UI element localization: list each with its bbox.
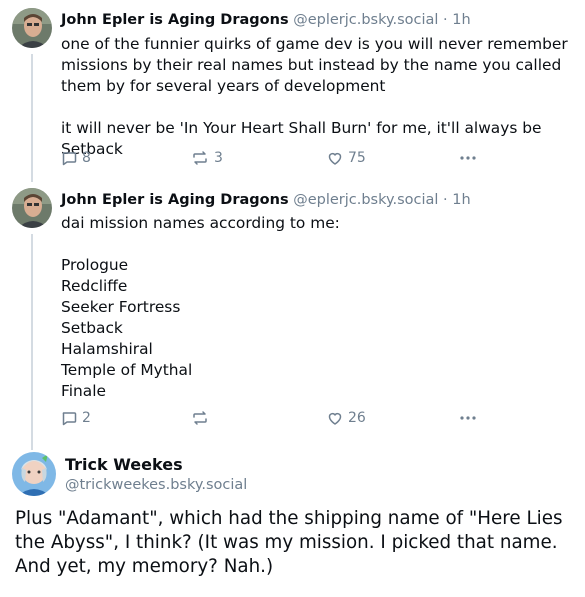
avatar[interactable] (12, 8, 52, 48)
like-count: 75 (348, 150, 366, 166)
post-header: John Epler is Aging Dragons @eplerjc.bsk… (61, 11, 471, 29)
like-icon (328, 152, 342, 165)
thread-line (31, 234, 33, 436)
reply-icon (62, 152, 77, 166)
thread-line (31, 436, 33, 450)
reply-icon (62, 412, 77, 426)
avatar[interactable] (12, 188, 52, 228)
author-handle[interactable]: @trickweekes.bsky.social (65, 477, 247, 493)
thread-line (31, 54, 33, 182)
post-2[interactable]: John Epler is Aging Dragons @eplerjc.bsk… (0, 182, 585, 436)
like-icon (328, 412, 342, 425)
repost-icon (193, 411, 207, 425)
author-handle[interactable]: @eplerjc.bsky.social (293, 192, 438, 208)
timestamp[interactable]: 1h (452, 12, 470, 28)
post-actions: 8 3 75 (61, 148, 481, 168)
repost-icon (193, 151, 207, 165)
reply-button[interactable]: 2 (61, 408, 91, 428)
more-button[interactable] (459, 148, 477, 172)
post-1[interactable]: John Epler is Aging Dragons @eplerjc.bsk… (0, 0, 585, 182)
reply-button[interactable]: 8 (61, 148, 91, 168)
more-icon (460, 416, 476, 420)
repost-button[interactable]: 3 (191, 148, 223, 168)
timestamp[interactable]: 1h (452, 192, 470, 208)
author-name[interactable]: John Epler is Aging Dragons (61, 192, 289, 208)
repost-count: 3 (214, 150, 223, 166)
avatar[interactable] (12, 452, 56, 496)
separator: · (443, 192, 448, 208)
post-actions: 2 26 (61, 408, 481, 428)
author-handle[interactable]: @eplerjc.bsky.social (293, 12, 438, 28)
reply-count: 2 (82, 410, 91, 426)
reply-count: 8 (82, 150, 91, 166)
focused-post[interactable]: Trick Weekes @trickweekes.bsky.social Pl… (0, 436, 585, 597)
post-header: John Epler is Aging Dragons @eplerjc.bsk… (61, 191, 471, 209)
repost-button[interactable] (191, 408, 214, 428)
like-count: 26 (348, 410, 366, 426)
post-text: dai mission names according to me: Prolo… (61, 214, 340, 400)
author-name[interactable]: John Epler is Aging Dragons (61, 12, 289, 28)
separator: · (443, 12, 448, 28)
post-text: one of the funnier quirks of game dev is… (61, 35, 568, 158)
more-icon (460, 156, 476, 160)
like-button[interactable]: 26 (327, 408, 366, 428)
like-button[interactable]: 75 (327, 148, 366, 168)
author-name[interactable]: Trick Weekes (65, 455, 183, 474)
more-button[interactable] (459, 408, 477, 432)
post-text: Plus "Adamant", which had the shipping n… (15, 508, 563, 577)
